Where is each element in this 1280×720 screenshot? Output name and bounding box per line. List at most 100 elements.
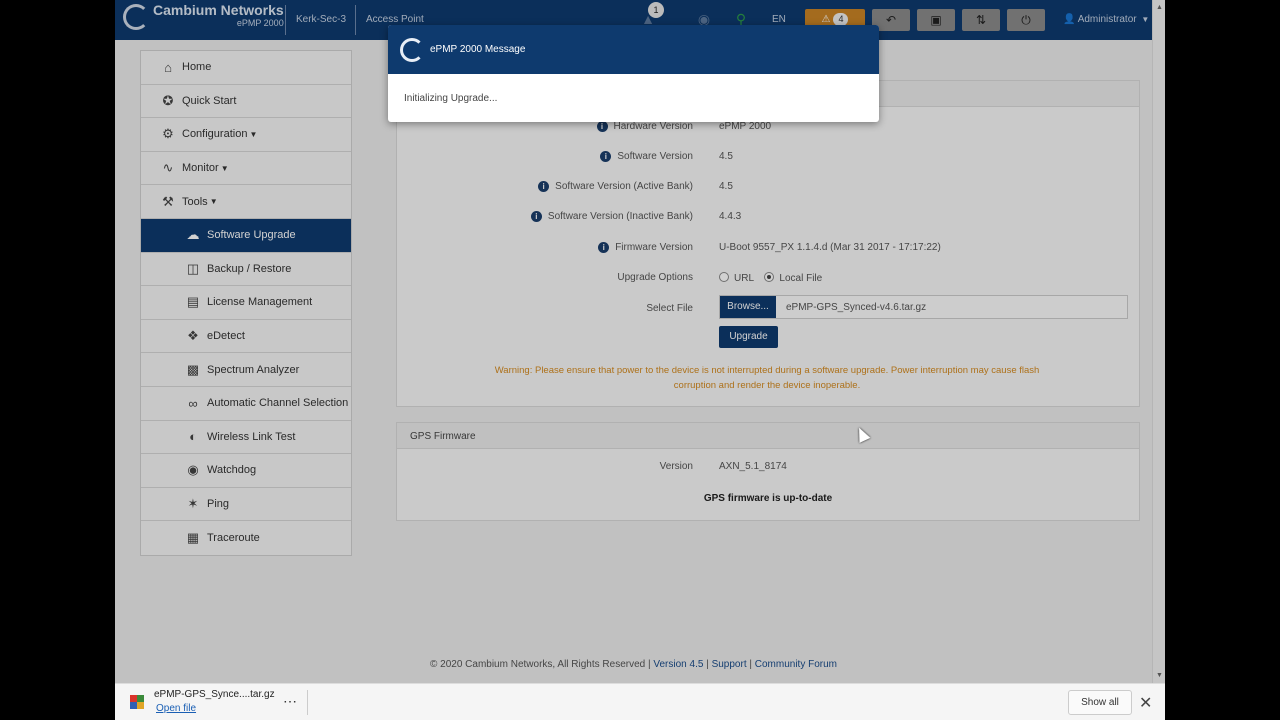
wrench-icon: ⚒ [162, 193, 174, 209]
sidebar-item-license-management[interactable]: ▤ License Management [141, 286, 351, 320]
select-file-label: Select File [646, 303, 693, 314]
chevron-down-icon: ▼ [1141, 15, 1150, 24]
sidebar-item-label: Tools [182, 195, 208, 208]
page-footer: © 2020 Cambium Networks, All Rights Rese… [429, 659, 838, 670]
info-icon[interactable]: i [600, 151, 612, 162]
page-scrollbar[interactable]: ▲ ▼ [1152, 0, 1165, 683]
ping-icon: ✶ [187, 496, 199, 512]
community-forum-link[interactable]: Community Forum [755, 659, 837, 670]
save-button[interactable]: ▣ [917, 9, 955, 31]
edetect-icon: ❖ [187, 328, 199, 344]
user-menu[interactable]: 👤 Administrator ▼ [1063, 14, 1149, 25]
software-upgrade-panel: i Hardware Version ePMP 2000 i Software Ve… [396, 80, 1140, 407]
sidebar-item-software-upgrade[interactable]: ☁ Software Upgrade [141, 218, 351, 253]
sidebar-item-home[interactable]: ⌂ Home [141, 51, 351, 85]
copyright: © 2020 Cambium Networks, All Rights Rese… [429, 659, 651, 670]
gps-version-value: AXN_5.1_8174 [719, 461, 787, 472]
modal-title: ePMP 2000 Message [430, 44, 526, 55]
sidebar-item-label: Watchdog [207, 464, 257, 477]
sidebar-item-monitor[interactable]: ∿ Monitor ▼ [141, 152, 351, 186]
scroll-up-icon[interactable]: ▲ [1156, 4, 1163, 11]
hardware-version-label: Hardware Version [613, 121, 693, 132]
sidebar-item-label: Traceroute [207, 532, 260, 545]
save-icon: ▣ [930, 13, 942, 27]
sidebar: ⌂ Home ✪ Quick Start ⚙ Configuration ▼ ∿ … [140, 50, 352, 556]
sidebar-item-label: Backup / Restore [207, 262, 292, 275]
file-input[interactable]: Browse... ePMP-GPS_Synced-v4.6.tar.gz [719, 295, 1128, 319]
gear-icon: ⚙ [162, 126, 174, 142]
backup-icon: ◫ [186, 260, 200, 276]
notification-badge: 1 [648, 2, 664, 18]
info-icon[interactable]: i [530, 211, 542, 222]
sync-button[interactable]: ⇅ [962, 9, 1000, 31]
info-icon[interactable]: i [598, 242, 610, 253]
software-version-value: 4.5 [719, 151, 733, 162]
gps-status: GPS firmware is up-to-date [703, 493, 833, 504]
sidebar-item-traceroute[interactable]: ▦ Traceroute [141, 521, 351, 555]
upgrade-options-label: Upgrade Options [617, 272, 693, 283]
user-icon: 👤 [1063, 14, 1076, 25]
spectrum-icon: ▩ [186, 361, 200, 377]
archive-file-icon [130, 695, 144, 709]
sidebar-item-label: eDetect [207, 330, 245, 343]
selected-file-name: ePMP-GPS_Synced-v4.6.tar.gz [786, 302, 927, 313]
sidebar-item-label: Automatic Channel Selection [207, 397, 349, 410]
url-radio[interactable] [719, 272, 729, 282]
show-all-button[interactable]: Show all [1068, 690, 1132, 715]
message-modal: ePMP 2000 Message Initializing Upgrade..… [388, 25, 879, 122]
sidebar-item-watchdog[interactable]: ◉ Watchdog [141, 454, 351, 488]
brand-name: Cambium Networks [153, 2, 284, 18]
close-icon[interactable]: ✕ [1139, 693, 1152, 713]
user-name: Administrator [1077, 14, 1137, 25]
sidebar-item-backup-restore[interactable]: ◫ Backup / Restore [141, 253, 351, 287]
sidebar-item-label: Configuration [182, 128, 248, 141]
local-file-option-label: Local File [779, 273, 823, 284]
info-icon[interactable]: i [538, 181, 550, 192]
info-icon[interactable]: i [596, 121, 608, 132]
url-option-label: URL [734, 273, 754, 284]
cambium-logo-icon [400, 37, 424, 62]
modal-message: Initializing Upgrade... [404, 93, 498, 104]
sidebar-item-label: Monitor [182, 162, 219, 175]
warning-line: Warning: Please ensure that power to the… [494, 365, 1040, 376]
power-button[interactable]: ⏻ [1007, 9, 1045, 31]
download-file-name: ePMP-GPS_Synce....tar.gz [154, 689, 275, 700]
sidebar-item-ping[interactable]: ✶ Ping [141, 488, 351, 522]
open-file-link[interactable]: Open file [156, 703, 196, 714]
sidebar-item-tools[interactable]: ⚒ Tools ▼ [141, 185, 351, 219]
brand[interactable]: Cambium Networks ePMP 2000 [123, 2, 284, 30]
browse-button[interactable]: Browse... [720, 296, 776, 318]
traceroute-icon: ▦ [186, 530, 200, 546]
sidebar-item-quick-start[interactable]: ✪ Quick Start [141, 85, 351, 119]
inactive-bank-value: 4.4.3 [719, 211, 742, 222]
sidebar-item-label: Home [182, 61, 212, 74]
language-selector[interactable]: EN [772, 14, 786, 25]
gps-firmware-panel: GPS Firmware Version AXN_5.1_8174 GPS fi… [396, 422, 1140, 521]
gps-version-label: Version [659, 461, 693, 472]
sidebar-item-edetect[interactable]: ❖ eDetect [141, 320, 351, 354]
sync-icon: ⇅ [975, 13, 987, 27]
sidebar-item-spectrum-analyzer[interactable]: ▩ Spectrum Analyzer [141, 353, 351, 387]
power-warning: Warning: Please ensure that power to the… [457, 363, 1077, 393]
download-options-icon[interactable]: ⋯ [283, 693, 298, 710]
device-mode: Access Point [366, 14, 424, 25]
version-link[interactable]: Version 4.5 [653, 659, 703, 670]
download-divider [307, 690, 308, 715]
hardware-version-value: ePMP 2000 [719, 121, 772, 132]
inactive-bank-label: Software Version (Inactive Bank) [547, 211, 693, 222]
firmware-version-value: U-Boot 9557_PX 1.1.4.d (Mar 31 2017 - 17… [719, 242, 941, 253]
download-bar: ePMP-GPS_Synce....tar.gz Open file ⋯ Sho… [115, 683, 1165, 720]
pulse-icon: ∿ [162, 160, 174, 176]
active-bank-label: Software Version (Active Bank) [555, 181, 693, 192]
local-file-radio[interactable] [764, 272, 775, 282]
upgrade-button[interactable]: Upgrade [719, 326, 778, 348]
warning-line: corruption and render the device inopera… [673, 380, 861, 391]
scroll-down-icon[interactable]: ▼ [1156, 672, 1163, 679]
sidebar-item-label: Quick Start [182, 94, 237, 107]
sidebar-item-configuration[interactable]: ⚙ Configuration ▼ [141, 118, 351, 152]
sidebar-item-automatic-channel-selection[interactable]: ∞ Automatic Channel Selection [141, 387, 351, 421]
firmware-version-label: Firmware Version [615, 242, 693, 253]
sidebar-item-label: Software Upgrade [207, 229, 296, 242]
support-link[interactable]: Support [712, 659, 747, 670]
sidebar-item-wireless-link-test[interactable]: ◐ Wireless Link Test [141, 421, 351, 455]
